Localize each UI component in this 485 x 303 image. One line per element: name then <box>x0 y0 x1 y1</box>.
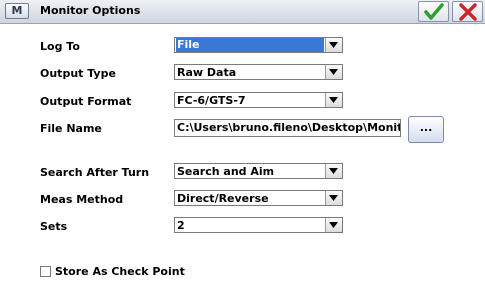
search-after-turn-select[interactable]: Search and Aim <box>174 163 343 179</box>
log-to-label: Log To <box>40 40 80 53</box>
output-type-value: Raw Data <box>177 66 237 79</box>
chevron-down-icon <box>329 42 338 48</box>
store-check-point-checkbox[interactable] <box>40 266 51 277</box>
chevron-down-icon <box>329 69 338 75</box>
check-icon <box>424 3 444 20</box>
dropdown-button[interactable] <box>325 38 342 52</box>
dropdown-button[interactable] <box>325 93 342 107</box>
window-title: Monitor Options <box>40 4 141 17</box>
meas-method-label: Meas Method <box>40 193 124 206</box>
log-to-value: File <box>176 38 324 52</box>
file-name-input[interactable]: C:\Users\bruno.fileno\Desktop\Monitor.g <box>174 119 401 137</box>
chevron-down-icon <box>329 222 338 228</box>
browse-button[interactable]: ... <box>408 116 444 143</box>
meas-method-select[interactable]: Direct/Reverse <box>174 190 343 206</box>
sets-value: 2 <box>177 219 185 232</box>
dropdown-button[interactable] <box>325 218 342 232</box>
meas-method-value: Direct/Reverse <box>177 192 269 205</box>
output-type-label: Output Type <box>40 67 116 80</box>
close-icon <box>459 3 477 21</box>
sets-select[interactable]: 2 <box>174 217 343 233</box>
sets-label: Sets <box>40 220 68 233</box>
file-name-value: C:\Users\bruno.fileno\Desktop\Monitor.g <box>177 121 400 134</box>
log-to-select[interactable]: File <box>174 37 343 53</box>
chevron-down-icon <box>329 195 338 201</box>
store-check-point-label[interactable]: Store As Check Point <box>55 265 185 278</box>
app-menu-icon[interactable]: M <box>5 3 29 19</box>
search-after-turn-label: Search After Turn <box>40 166 150 179</box>
output-format-value: FC-6/GTS-7 <box>177 94 246 107</box>
cancel-button[interactable] <box>452 1 483 22</box>
search-after-turn-value: Search and Aim <box>177 165 275 178</box>
output-type-select[interactable]: Raw Data <box>174 64 343 80</box>
output-format-label: Output Format <box>40 95 132 108</box>
dropdown-button[interactable] <box>325 65 342 79</box>
title-bar: M Monitor Options <box>0 0 485 24</box>
accept-button[interactable] <box>418 1 449 22</box>
chevron-down-icon <box>329 168 338 174</box>
file-name-label: File Name <box>40 122 102 135</box>
dropdown-button[interactable] <box>325 164 342 178</box>
chevron-down-icon <box>329 97 338 103</box>
output-format-select[interactable]: FC-6/GTS-7 <box>174 92 343 108</box>
dropdown-button[interactable] <box>325 191 342 205</box>
monitor-options-window: M Monitor Options Log To File Output Typ… <box>0 0 485 303</box>
